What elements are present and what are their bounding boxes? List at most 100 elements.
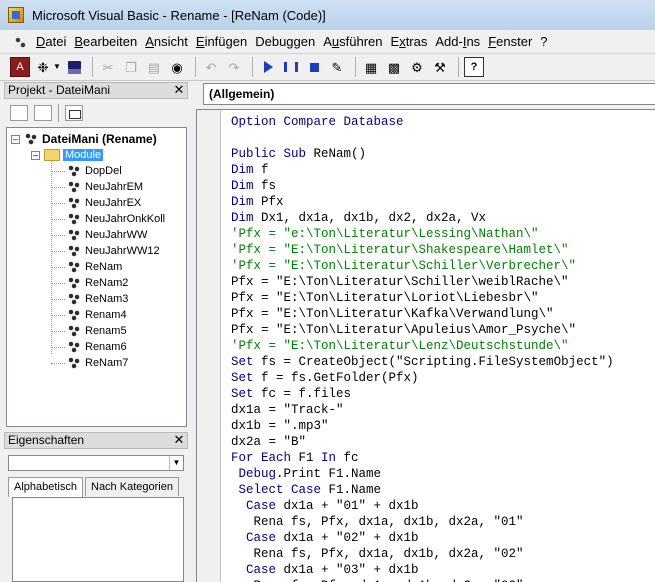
menu-add-ins[interactable]: Add-Ins: [431, 31, 484, 53]
code-line[interactable]: Pfx = "E:\Ton\Literatur\Apuleius\Amor_Ps…: [231, 322, 655, 338]
help-icon[interactable]: ?: [464, 57, 484, 77]
properties-list[interactable]: [12, 497, 184, 582]
code-keyword: Set: [231, 355, 262, 369]
object-browser-icon[interactable]: ⚙: [407, 57, 427, 77]
insert-dropdown-icon[interactable]: ▼: [53, 57, 61, 77]
chevron-down-icon[interactable]: ▼: [169, 456, 183, 470]
code-line[interactable]: Dim f: [231, 162, 655, 178]
code-line[interactable]: Public Sub ReNam(): [231, 146, 655, 162]
collapse-icon[interactable]: –: [11, 134, 20, 144]
code-line[interactable]: 'Pfx = "e:\Ton\Literatur\Lessing\Nathan\…: [231, 226, 655, 242]
code-line[interactable]: Set fc = f.files: [231, 386, 655, 402]
menu-ansicht[interactable]: Ansicht: [141, 31, 192, 53]
code-line[interactable]: dx1a = "Track-": [231, 402, 655, 418]
menu-debuggen[interactable]: Debuggen: [251, 31, 319, 53]
view-object-icon[interactable]: [34, 105, 52, 121]
tree-module-item[interactable]: NeuJahrWW12: [67, 243, 160, 259]
module-icon: [67, 212, 81, 226]
tree-module-item[interactable]: ReNam: [67, 259, 122, 275]
save-icon[interactable]: [64, 57, 84, 77]
tree-folder-module[interactable]: – Module: [31, 147, 104, 163]
code-line[interactable]: Pfx = "E:\Ton\Literatur\Loriot\Liebesbr\…: [231, 290, 655, 306]
code-line[interactable]: Dim Dx1, dx1a, dx1b, dx2, dx2a, Vx: [231, 210, 655, 226]
code-line[interactable]: Select Case F1.Name: [231, 482, 655, 498]
menu-help[interactable]: ?: [536, 31, 551, 53]
paste-icon[interactable]: ▤: [144, 57, 164, 77]
close-icon[interactable]: ✕: [173, 433, 185, 447]
copy-icon[interactable]: ❐: [121, 57, 141, 77]
code-line[interactable]: Dim Pfx: [231, 194, 655, 210]
tree-module-item[interactable]: NeuJahrWW: [67, 227, 147, 243]
code-text[interactable]: Option Compare Database Public Sub ReNam(…: [231, 114, 655, 582]
tree-module-item[interactable]: NeuJahrEX: [67, 195, 141, 211]
menu-fenster[interactable]: Fenster: [484, 31, 536, 53]
code-margin[interactable]: [197, 110, 221, 582]
find-icon[interactable]: ◉: [167, 57, 187, 77]
tree-module-item[interactable]: DopDel: [67, 163, 122, 179]
code-line[interactable]: Set f = fs.GetFolder(Pfx): [231, 370, 655, 386]
code-line[interactable]: dx2a = "B": [231, 434, 655, 450]
code-line[interactable]: Pfx = "E:\Ton\Literatur\Schiller\weiblRa…: [231, 274, 655, 290]
toolbox-icon[interactable]: ⚒: [430, 57, 450, 77]
project-tree[interactable]: – DateiMani (Rename) – Module DopDel NeuJ…: [6, 127, 187, 427]
collapse-icon[interactable]: –: [31, 150, 40, 160]
view-code-icon[interactable]: [10, 105, 28, 121]
code-keyword: Dim: [231, 179, 262, 193]
tree-module-item[interactable]: ReNam2: [67, 275, 128, 291]
tree-module-item[interactable]: ReNam7: [67, 355, 128, 371]
tree-root[interactable]: – DateiMani (Rename): [11, 131, 157, 147]
tree-module-item[interactable]: NeuJahrEM: [67, 179, 143, 195]
code-line[interactable]: [231, 130, 655, 146]
code-line[interactable]: 'Pfx = "E:\Ton\Literatur\Shakespeare\Ham…: [231, 242, 655, 258]
toolbar-separator: [195, 57, 196, 77]
tree-module-item[interactable]: NeuJahrOnkKoll: [67, 211, 165, 227]
pause-icon[interactable]: [281, 57, 301, 77]
module-doc-icon[interactable]: [12, 34, 28, 50]
code-line[interactable]: Case dx1a + "01" + dx1b: [231, 498, 655, 514]
code-text-run: fs: [261, 179, 277, 193]
stop-icon[interactable]: [304, 57, 324, 77]
tab-alphabetisch[interactable]: Alphabetisch: [8, 477, 83, 497]
cut-icon[interactable]: ✂: [98, 57, 118, 77]
tab-nach-kategorien[interactable]: Nach Kategorien: [85, 477, 179, 496]
code-line[interactable]: Rena fs, Pfx, dx1a, dx1b, dx2a, "01": [231, 514, 655, 530]
menu-datei[interactable]: Datei: [32, 31, 70, 53]
tree-module-item[interactable]: ReNam3: [67, 291, 128, 307]
access-view-icon[interactable]: A: [10, 57, 30, 77]
code-text-run: Pfx = "E:\Ton\Literatur\Kafka\Verwandlun…: [231, 307, 554, 321]
object-select[interactable]: (Allgemein): [203, 83, 655, 105]
code-keyword: Case: [246, 531, 284, 545]
code-line[interactable]: Option Compare Database: [231, 114, 655, 130]
code-line[interactable]: 'Pfx = "E:\Ton\Literatur\Schiller\Verbre…: [231, 258, 655, 274]
project-explorer-icon[interactable]: ▦: [361, 57, 381, 77]
tree-module-item[interactable]: Renam6: [67, 339, 127, 355]
code-line[interactable]: 'Pfx = "E:\Ton\Literatur\Lenz\Deutschstu…: [231, 338, 655, 354]
tree-module-item[interactable]: Renam5: [67, 323, 127, 339]
code-line[interactable]: Set fs = CreateObject("Scripting.FileSys…: [231, 354, 655, 370]
run-icon[interactable]: [258, 57, 278, 77]
code-line[interactable]: Rena fs, Pfx, dx1a, dx1b, dx2a, "02": [231, 546, 655, 562]
code-line[interactable]: dx1b = ".mp3": [231, 418, 655, 434]
toggle-folders-icon[interactable]: [65, 105, 83, 121]
tree-module-item[interactable]: Renam4: [67, 307, 127, 323]
menu-einf-gen[interactable]: Einfügen: [192, 31, 251, 53]
code-line[interactable]: Rena fs, Pfx, dx1a, dx1b, dx2a, "03": [231, 578, 655, 582]
redo-icon[interactable]: ↷: [224, 57, 244, 77]
code-comment: 'Pfx = "E:\Ton\Literatur\Lenz\Deutschstu…: [231, 339, 569, 353]
code-line[interactable]: Debug.Print F1.Name: [231, 466, 655, 482]
code-line[interactable]: Case dx1a + "02" + dx1b: [231, 530, 655, 546]
insert-module-icon[interactable]: ❉: [33, 57, 53, 77]
menu-bearbeiten[interactable]: Bearbeiten: [70, 31, 141, 53]
design-mode-icon[interactable]: ✎: [327, 57, 347, 77]
code-line[interactable]: Pfx = "E:\Ton\Literatur\Kafka\Verwandlun…: [231, 306, 655, 322]
close-icon[interactable]: ✕: [173, 83, 185, 97]
undo-icon[interactable]: ↶: [201, 57, 221, 77]
code-line[interactable]: Dim fs: [231, 178, 655, 194]
code-line[interactable]: Case dx1a + "03" + dx1b: [231, 562, 655, 578]
properties-window-icon[interactable]: ▩: [384, 57, 404, 77]
menu-extras[interactable]: Extras: [387, 31, 432, 53]
code-editor[interactable]: Option Compare Database Public Sub ReNam(…: [196, 109, 655, 582]
menu-ausf-hren[interactable]: Ausführen: [319, 31, 386, 53]
properties-object-select[interactable]: ▼: [8, 455, 184, 471]
code-line[interactable]: For Each F1 In fc: [231, 450, 655, 466]
